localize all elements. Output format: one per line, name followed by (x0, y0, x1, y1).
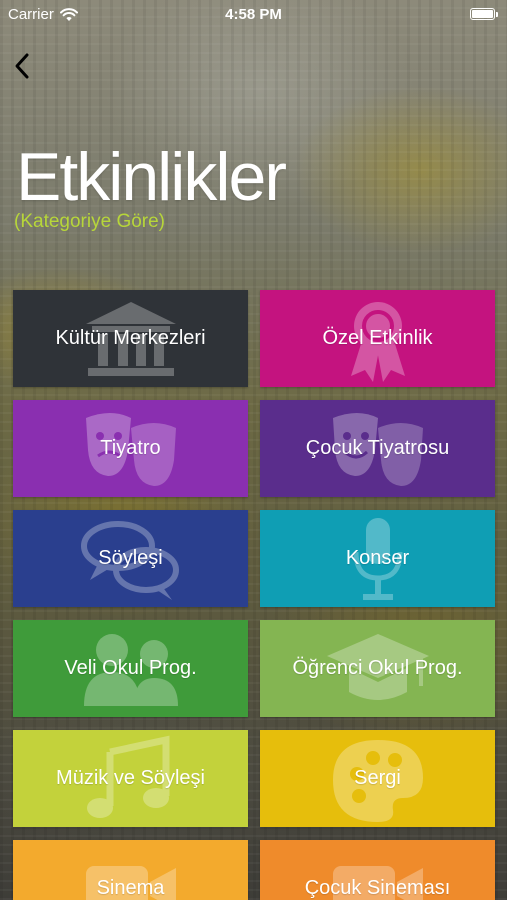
battery-icon (470, 8, 498, 20)
category-tile-kultur-merkezleri[interactable]: Kültür Merkezleri (13, 290, 248, 387)
category-label: Sinema (96, 877, 165, 899)
category-label: Söyleşi (98, 547, 163, 569)
category-label: Müzik ve Söyleşi (56, 767, 205, 789)
category-label: Çocuk Tiyatrosu (305, 437, 450, 459)
page-title: Etkinlikler (16, 139, 287, 215)
category-label: Tiyatro (100, 437, 161, 459)
category-tile-sergi[interactable]: Sergi (260, 730, 495, 827)
back-button[interactable] (8, 50, 36, 82)
status-bar: Carrier 4:58 PM (0, 0, 507, 30)
category-tile-sinema[interactable]: Sinema (13, 840, 248, 900)
category-tile-ozel-etkinlik[interactable]: Özel Etkinlik (260, 290, 495, 387)
battery-level (472, 10, 493, 18)
category-tile-veli-okul-prog[interactable]: Veli Okul Prog. (13, 620, 248, 717)
category-label: Sergi (354, 767, 401, 789)
category-tile-soylesi[interactable]: Söyleşi (13, 510, 248, 607)
category-grid: Kültür Merkezleri Özel Etkinlik Tiyatro (13, 290, 495, 900)
category-label: Çocuk Sineması (304, 877, 451, 899)
category-tile-konser[interactable]: Konser (260, 510, 495, 607)
category-tile-ogrenci-okul-prog[interactable]: Öğrenci Okul Prog. (260, 620, 495, 717)
category-tile-cocuk-tiyatrosu[interactable]: Çocuk Tiyatrosu (260, 400, 495, 497)
category-tile-cocuk-sinemasi[interactable]: Çocuk Sineması (260, 840, 495, 900)
status-time: 4:58 PM (225, 6, 282, 23)
category-label: Veli Okul Prog. (64, 657, 197, 679)
page-subtitle: (Kategoriye Göre) (14, 211, 166, 232)
category-label: Özel Etkinlik (322, 327, 433, 349)
chevron-left-icon (15, 53, 29, 79)
category-tile-muzik-ve-soylesi[interactable]: Müzik ve Söyleşi (13, 730, 248, 827)
category-tile-tiyatro[interactable]: Tiyatro (13, 400, 248, 497)
category-label: Kültür Merkezleri (55, 327, 206, 349)
category-label: Öğrenci Okul Prog. (292, 657, 463, 679)
category-label: Konser (345, 547, 410, 569)
